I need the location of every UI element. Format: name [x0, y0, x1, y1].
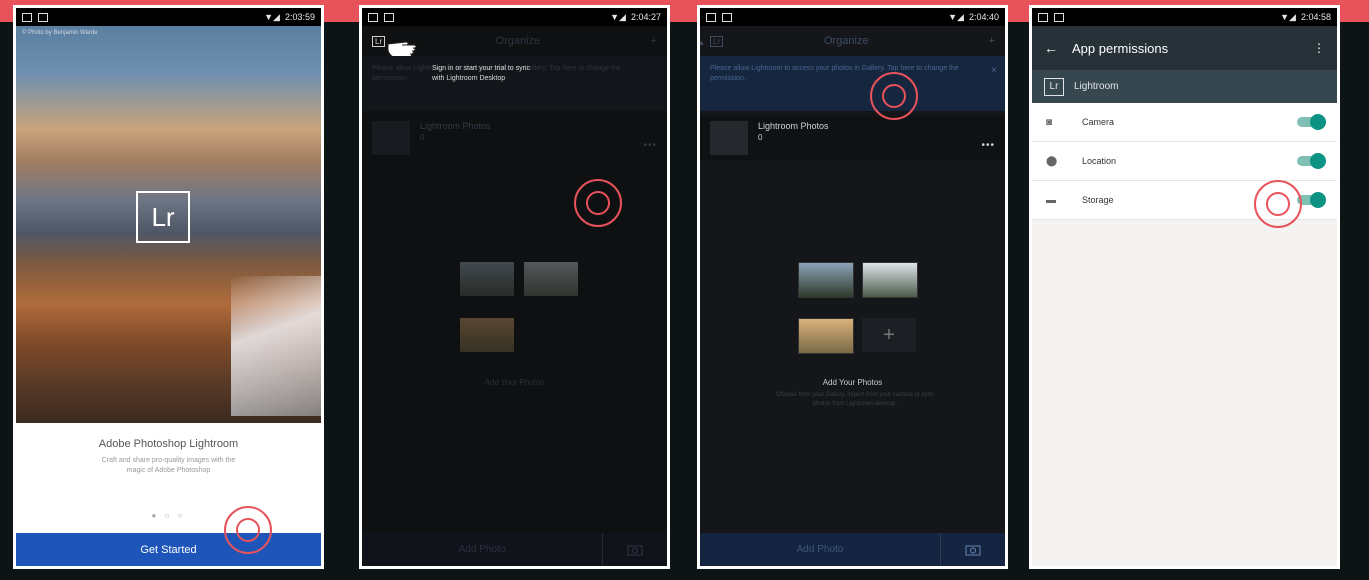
organize-title[interactable]: Organize [824, 35, 869, 47]
phone-app-permissions: ▼◢ 2:04:58 ← App permissions ⋮ Lr Lightro… [1029, 5, 1340, 569]
photo-credit: © Photo by Benjamin Warde [22, 30, 98, 36]
photo-grid [460, 262, 586, 372]
signal-icon: ▼◢ [948, 11, 964, 22]
photo-tile [460, 262, 514, 296]
status-time: 2:04:27 [630, 12, 661, 22]
album-count: 0 [758, 133, 763, 142]
album-name: Lightroom Photos [758, 121, 829, 131]
snow-highlight [231, 276, 321, 416]
image-icon [722, 12, 732, 22]
location-toggle[interactable] [1297, 153, 1326, 169]
back-arrow-icon[interactable]: ← [1044, 40, 1072, 56]
image-icon [384, 12, 394, 22]
app-bar: ← App permissions ⋮ [1032, 26, 1337, 70]
album-row[interactable]: Lightroom Photos 0 ••• [700, 116, 1005, 160]
more-options-icon[interactable]: ••• [981, 140, 995, 151]
status-bar: ▼◢ 2:03:59 [16, 8, 321, 26]
signal-icon: ▼◢ [1280, 11, 1296, 22]
signal-icon: ▼◢ [264, 11, 280, 22]
app-title: Adobe Photoshop Lightroom [98, 438, 239, 450]
lr-menu-icon[interactable]: Lr [710, 35, 724, 47]
status-bar: ▼◢ 2:04:27 [362, 8, 667, 26]
photo-grid: + [798, 262, 924, 372]
get-started-button[interactable]: Get Started [16, 533, 321, 566]
add-icon[interactable]: + [989, 35, 995, 47]
camera-toggle[interactable] [1297, 114, 1326, 130]
add-photos-label: Add Your Photos [822, 378, 883, 387]
permission-row-camera[interactable]: ◙ Camera [1032, 103, 1337, 142]
album-thumbnail [710, 121, 748, 155]
status-bar: ▼◢ 2:04:58 [1032, 8, 1337, 26]
folder-icon: ▬ [1046, 194, 1056, 206]
status-time: 2:04:58 [1300, 12, 1331, 22]
permission-banner[interactable]: Please allow Lightroom to access your ph… [700, 56, 1005, 111]
status-time: 2:03:59 [284, 12, 315, 22]
photo-tile [798, 318, 854, 354]
more-options-icon[interactable]: ••• [643, 140, 657, 151]
album-row[interactable]: Lightroom Photos 0 ••• [362, 116, 667, 160]
tap-indicator [574, 179, 622, 227]
album-thumbnail [372, 121, 410, 155]
page-indicator[interactable]: ● ○ ○ [16, 511, 321, 520]
organize-toolbar: Lr ☁ Organize + [700, 26, 1005, 56]
photo-tile [524, 262, 578, 296]
camera-icon[interactable] [602, 533, 667, 566]
status-time: 2:04:40 [968, 12, 999, 22]
tap-indicator [870, 72, 918, 120]
location-icon: ⬤ [1046, 155, 1058, 167]
close-icon[interactable]: × [991, 66, 997, 76]
permission-label: Camera [1082, 117, 1115, 127]
status-bar: ▼◢ 2:04:40 [700, 8, 1005, 26]
phone-welcome-screen: ▼◢ 2:03:59 © Photo by Benjamin Warde Lr A… [13, 5, 324, 569]
photo-tile [798, 262, 854, 298]
tap-indicator [1254, 180, 1302, 228]
lightroom-logo: Lr [136, 191, 190, 243]
add-icon[interactable]: + [651, 35, 657, 47]
image-icon [1054, 12, 1064, 22]
add-photos-label: Add Your Photos [484, 378, 545, 387]
sync-banner[interactable]: Please allow Lightroom to access your ph… [362, 56, 667, 111]
overflow-menu-icon[interactable]: ⋮ [1313, 41, 1325, 55]
camera-icon: ◙ [1046, 116, 1053, 128]
banner-highlight-1: Sign in or start your trial to sync [432, 65, 531, 72]
photo-tile [862, 262, 918, 298]
album-count: 0 [420, 133, 425, 142]
app-subtitle: Craft and share pro-quality images with … [101, 457, 236, 474]
camera-icon[interactable] [940, 533, 1005, 566]
welcome-panel: Adobe Photoshop Lightroom Craft and shar… [16, 423, 321, 533]
phone-organize-dimmed: ▼◢ 2:04:27 Lr Organize + Please allow Lig… [359, 5, 670, 569]
bottom-bar: Add Photo [362, 533, 667, 566]
notification-icon [368, 12, 378, 22]
image-icon [38, 12, 48, 22]
phone-organize-permission: ▼◢ 2:04:40 Lr ☁ Organize + Please allow L… [697, 5, 1008, 569]
permission-row-location[interactable]: ⬤ Location [1032, 142, 1337, 181]
add-photo-button[interactable]: Add Photo [362, 544, 602, 555]
app-name: Lightroom [1074, 81, 1119, 92]
banner-highlight-2: with Lightroom Desktop [432, 75, 506, 82]
permission-label: Location [1082, 156, 1117, 166]
banner-text: Please allow Lightroom to access your ph… [710, 65, 959, 82]
lightroom-app-icon: Lr [1044, 77, 1064, 96]
signal-icon: ▼◢ [610, 11, 626, 22]
bottom-bar: Add Photo [700, 533, 1005, 566]
notification-icon [1038, 12, 1048, 22]
add-photo-tile[interactable]: + [862, 318, 916, 352]
page-title: App permissions [1072, 40, 1169, 56]
cloud-icon[interactable]: ☁ [700, 35, 704, 48]
add-photo-button[interactable]: Add Photo [700, 544, 940, 555]
app-header-row: Lr Lightroom [1032, 70, 1337, 103]
notification-icon [22, 12, 32, 22]
album-name: Lightroom Photos [420, 121, 491, 131]
organize-title[interactable]: Organize [496, 35, 541, 47]
tap-indicator [224, 506, 272, 554]
add-photos-description: Choose from your Gallery, import from yo… [776, 392, 934, 407]
photo-tile [460, 318, 514, 352]
notification-icon [706, 12, 716, 22]
